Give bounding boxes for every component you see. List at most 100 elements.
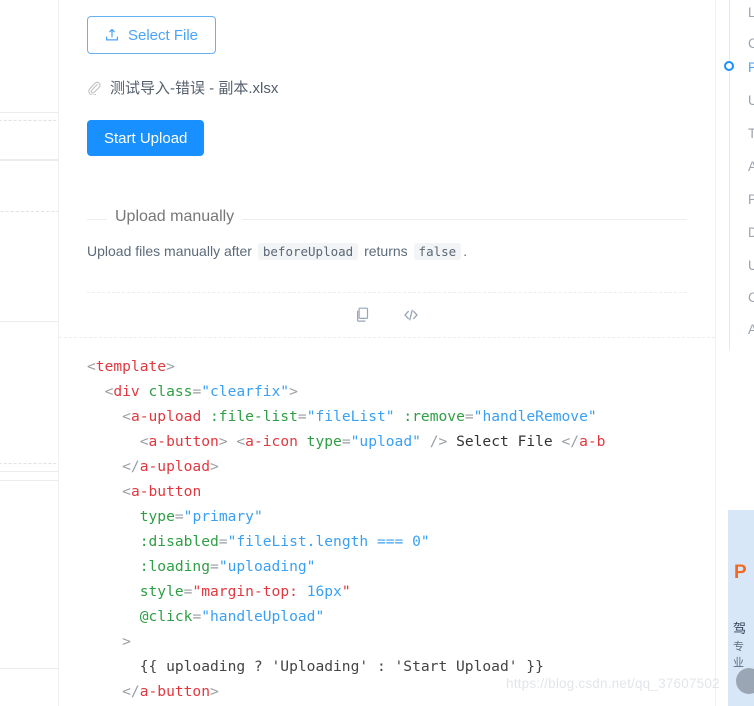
code-line: style="margin-top: 16px" [87,579,687,604]
code-line: </a-button> [87,679,687,704]
toc-item-6[interactable]: P [748,192,754,207]
start-upload-button[interactable]: Start Upload [87,120,205,156]
code-token: a-icon [245,432,298,450]
code-token: "handleUpload" [201,607,325,625]
code-token: "margin-top: [192,582,307,600]
code-token: template [95,357,167,375]
ad-headline: 驾 [733,621,747,636]
toc-active-marker [724,61,734,71]
advertisement-panel[interactable]: P 驾 专业 [728,510,754,706]
ghost-card [0,480,58,670]
desc-text-before: Upload files manually after [87,243,252,259]
code-token: Select File [447,432,562,450]
inline-code-before-upload: beforeUpload [257,243,359,260]
demo-action-toolbar [59,291,715,338]
desc-text-middle: returns [364,243,408,259]
code-token: a-button [130,482,202,500]
code-token: = [192,382,202,400]
code-token: = [464,407,474,425]
code-token: "fileList" [306,407,395,425]
toc-item-10[interactable]: A [748,322,754,337]
code-token: > [87,632,131,650]
code-line: > [87,629,687,654]
code-line: <a-button> <a-icon type="upload" /> Sele… [87,429,687,454]
code-token: > [210,682,219,700]
code-token: < [87,357,96,375]
code-token: "upload" [350,432,421,450]
code-token: < [87,382,114,400]
code-line: :disabled="fileList.length === 0" [87,529,687,554]
toolbar-bottom-divider [59,336,715,338]
code-token: " [341,582,351,600]
code-token: /> [420,432,448,450]
code-token: </ [561,432,580,450]
toc-item-7[interactable]: D [748,225,754,240]
toc-item-0[interactable]: L [748,5,754,20]
uploaded-file-name: 测试导入-错误 - 副本.xlsx [110,80,279,97]
page-root: Select File 测试导入-错误 - 副本.xlsx Start Uplo… [0,0,754,706]
demo-description: Upload files manually after beforeUpload… [87,240,687,264]
toc-item-1[interactable]: C [748,36,754,51]
code-line: <a-button [87,479,687,504]
code-token: 16px [306,582,342,600]
ad-logo: P [734,562,747,583]
desc-text-after: . [463,243,468,259]
toc-item-2[interactable]: P [748,60,754,75]
start-upload-button-label: Start Upload [104,129,188,147]
ghost-divider [0,120,58,121]
code-token: @click [87,607,193,625]
code-token: = [218,532,228,550]
inline-code-false: false [413,243,462,260]
code-line: <a-upload :file-list="fileList" :remove=… [87,404,687,429]
uploaded-file-item[interactable]: 测试导入-错误 - 副本.xlsx [87,77,687,98]
code-line: </a-upload> [87,454,687,479]
upload-icon [105,28,119,42]
table-of-contents-rail: LCPUTAPDUCA [724,0,754,350]
documentation-card: Select File 测试导入-错误 - 副本.xlsx Start Uplo… [58,0,716,706]
code-token: < [87,482,131,500]
toc-item-5[interactable]: A [748,159,754,174]
code-token: type [87,507,175,525]
code-token: a-button [139,682,211,700]
code-token: < [87,432,149,450]
upload-demo-area: Select File 测试导入-错误 - 副本.xlsx Start Uplo… [87,0,687,156]
copy-icon[interactable] [353,305,373,325]
code-token: = [210,557,219,575]
code-token: style [87,582,184,600]
ad-subheadline: 专业 [733,641,744,669]
code-token: "fileList.length === 0" [227,532,430,550]
toc-item-3[interactable]: U [748,93,754,108]
code-token: "handleRemove" [473,407,597,425]
code-line: @click="handleUpload" [87,604,687,629]
code-token: = [297,407,307,425]
code-token: = [174,507,184,525]
code-token: = [192,607,202,625]
toc-track [729,0,730,350]
code-token: :loading [87,557,211,575]
code-token: > [210,457,219,475]
toc-item-8[interactable]: U [748,258,754,273]
code-line: <template> [87,354,687,379]
code-token: type [297,432,342,450]
demo-title: Upload manually [107,208,243,226]
code-line: :loading="uploading" [87,554,687,579]
demo-meta-section: Upload manually Upload files manually af… [87,208,687,264]
code-token: div [113,382,140,400]
code-brackets-icon[interactable] [401,305,421,325]
code-token: </ [87,682,140,700]
toc-item-9[interactable]: C [748,290,754,305]
select-file-button[interactable]: Select File [87,16,217,54]
code-line: {{ uploading ? 'Uploading' : 'Start Uplo… [87,654,687,679]
code-token: :file-list [201,407,298,425]
code-token: "clearfix" [201,382,290,400]
code-token: = [341,432,351,450]
code-line: type="primary" [87,504,687,529]
ghost-card [0,668,58,706]
code-token: "primary" [183,507,263,525]
toc-item-4[interactable]: T [748,126,754,141]
code-token: {{ uploading ? 'Uploading' : 'Start Uplo… [87,657,544,675]
code-token: < [87,407,131,425]
code-token: class [139,382,193,400]
code-token: :disabled [87,532,219,550]
select-file-button-label: Select File [128,26,199,44]
